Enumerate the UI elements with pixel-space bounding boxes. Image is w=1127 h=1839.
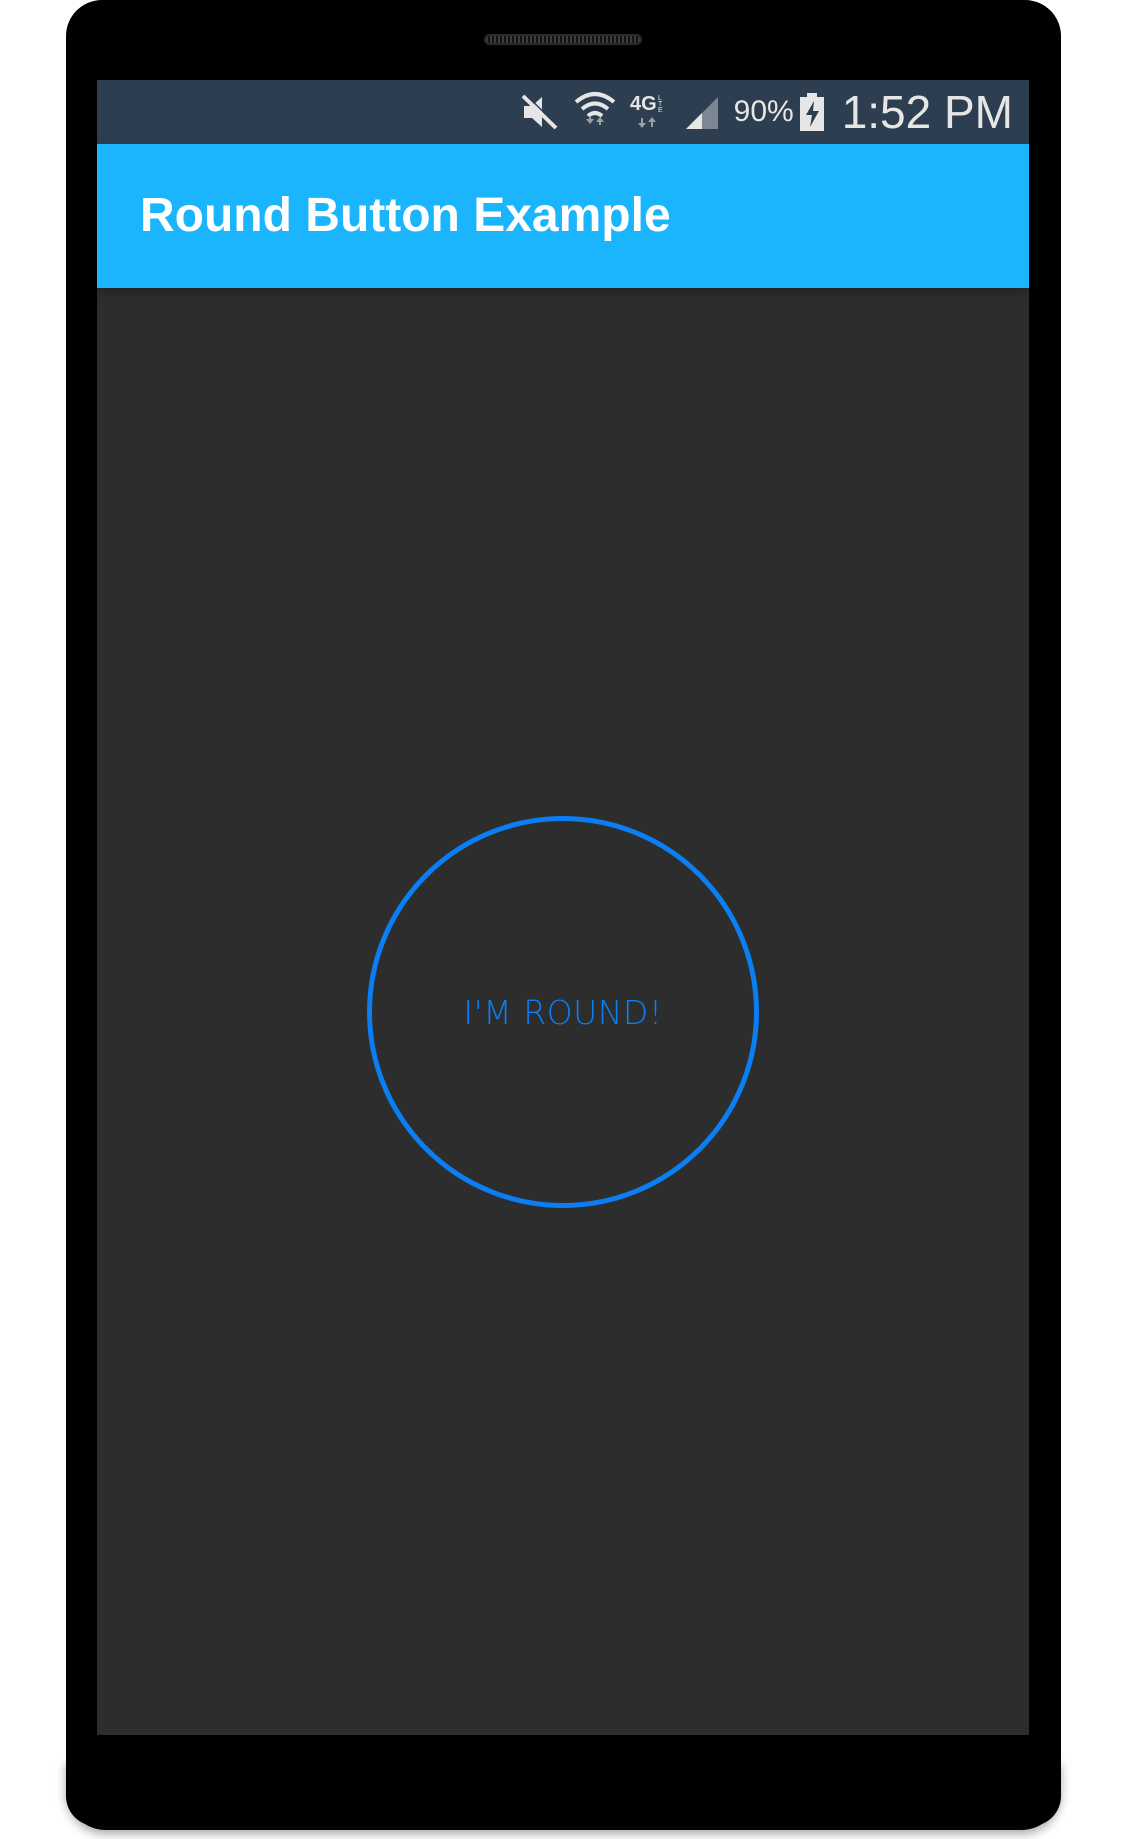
earpiece-speaker: [484, 34, 642, 45]
page-title: Round Button Example: [140, 189, 671, 242]
round-button[interactable]: I'M ROUND!: [367, 816, 759, 1208]
svg-text:E: E: [658, 107, 663, 114]
status-icons-group: 4G L T E 90% 1:52 PM: [520, 80, 1013, 144]
round-button-label: I'M ROUND!: [463, 992, 663, 1032]
svg-text:4G: 4G: [630, 93, 657, 115]
device-frame-stage: 4G L T E 90% 1:52 PM Round Button Exampl…: [0, 0, 1127, 1839]
wifi-icon: [574, 90, 616, 134]
device-screen: 4G L T E 90% 1:52 PM Round Button Exampl…: [97, 80, 1029, 1735]
mute-icon: [520, 93, 560, 131]
status-bar: 4G L T E 90% 1:52 PM: [97, 80, 1029, 144]
status-clock: 1:52 PM: [841, 86, 1013, 138]
signal-icon: [684, 93, 720, 131]
battery-charging-icon: [799, 93, 824, 131]
app-toolbar: Round Button Example: [97, 144, 1029, 288]
battery-percentage: 90%: [733, 95, 794, 128]
4g-lte-icon: 4G L T E: [630, 90, 670, 134]
